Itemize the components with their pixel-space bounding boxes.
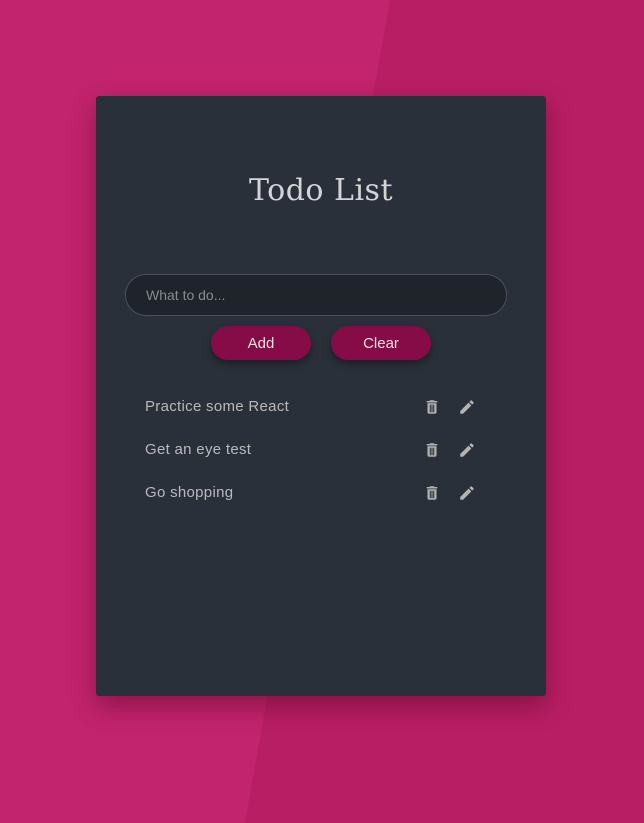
pencil-icon[interactable] <box>458 484 476 502</box>
clear-button[interactable]: Clear <box>331 326 431 360</box>
todo-item: Go shopping <box>145 480 485 523</box>
page-title: Todo List <box>248 173 393 208</box>
todo-item-text: Practice some React <box>145 398 290 415</box>
todo-item-text: Go shopping <box>145 484 234 501</box>
add-button[interactable]: Add <box>211 326 311 360</box>
todo-card: Todo List Add Clear Practice some React … <box>96 96 546 696</box>
pencil-icon[interactable] <box>458 441 476 459</box>
trash-icon[interactable] <box>423 441 441 459</box>
todo-input[interactable] <box>125 274 507 316</box>
trash-icon[interactable] <box>423 484 441 502</box>
todo-list: Practice some React Get an eye test Go s… <box>145 394 485 523</box>
trash-icon[interactable] <box>423 398 441 416</box>
todo-item: Practice some React <box>145 394 485 437</box>
todo-item-text: Get an eye test <box>145 441 252 458</box>
pencil-icon[interactable] <box>458 398 476 416</box>
todo-item: Get an eye test <box>145 437 485 480</box>
